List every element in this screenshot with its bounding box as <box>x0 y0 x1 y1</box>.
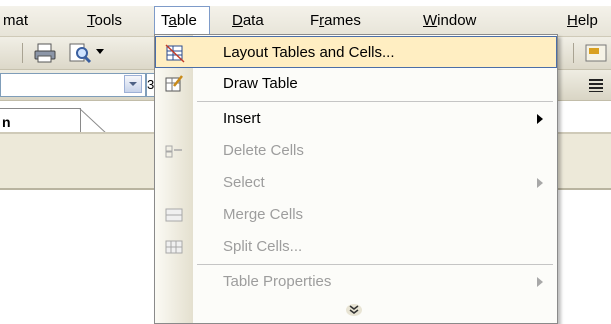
menu-item-label: Draw Table <box>223 75 298 92</box>
menu-help[interactable]: Help <box>564 6 601 36</box>
layout-table-icon <box>165 44 185 63</box>
print-icon[interactable] <box>34 43 56 63</box>
menu-item-delete-cells[interactable]: Delete Cells <box>155 135 557 167</box>
menu-item-split-cells[interactable]: Split Cells... <box>155 231 557 263</box>
split-cells-icon <box>165 240 183 254</box>
dropdown-arrow-icon[interactable] <box>96 49 104 55</box>
menu-item-draw-table[interactable]: Draw Table <box>155 68 557 100</box>
menu-separator <box>197 101 553 102</box>
menu-item-insert[interactable]: Insert <box>155 103 557 135</box>
toolbar-separator <box>22 43 23 63</box>
submenu-arrow-icon <box>537 114 543 124</box>
menu-bar: mat Tools Table Data Frames Window Help <box>0 6 611 37</box>
menu-separator <box>197 264 553 265</box>
menu-format[interactable]: mat <box>0 6 31 36</box>
menu-frames[interactable]: Frames <box>307 6 364 36</box>
menu-item-label: Insert <box>223 110 261 127</box>
submenu-arrow-icon <box>537 277 543 287</box>
toolbar-separator <box>573 43 574 63</box>
print-preview-icon[interactable] <box>68 42 94 64</box>
menu-item-label: Merge Cells <box>223 206 304 223</box>
menu-item-table-properties[interactable]: Table Properties <box>155 266 557 298</box>
menu-item-label: Delete Cells <box>223 142 304 159</box>
menu-item-select[interactable]: Select <box>155 167 557 199</box>
align-justify-icon[interactable] <box>588 77 606 93</box>
menu-item-label: Select <box>223 174 265 191</box>
menu-item-layout-tables-and-cells[interactable]: Layout Tables and Cells... <box>155 36 557 68</box>
menu-item-merge-cells[interactable]: Merge Cells <box>155 199 557 231</box>
menu-table[interactable]: Table <box>154 6 210 36</box>
menu-item-label: Table Properties <box>223 273 332 290</box>
hyperlink-icon[interactable] <box>584 43 608 63</box>
chevron-down-icon <box>129 82 137 86</box>
merge-cells-icon <box>165 208 183 222</box>
menu-window[interactable]: Window <box>420 6 479 36</box>
menu-item-label: Split Cells... <box>223 238 303 255</box>
draw-table-icon <box>165 75 183 92</box>
document-tab[interactable]: n <box>0 108 81 135</box>
font-name-dropdown-button[interactable] <box>124 75 142 93</box>
menu-tools[interactable]: Tools <box>84 6 125 36</box>
tab-slant-edge <box>79 108 108 135</box>
double-chevron-down-icon[interactable] <box>345 303 363 317</box>
menu-data[interactable]: Data <box>229 6 267 36</box>
submenu-arrow-icon <box>537 178 543 188</box>
delete-cells-icon <box>165 145 182 158</box>
table-menu-dropdown: Layout Tables and Cells... Draw Table In… <box>154 34 558 324</box>
menu-item-label: Layout Tables and Cells... <box>223 44 395 61</box>
